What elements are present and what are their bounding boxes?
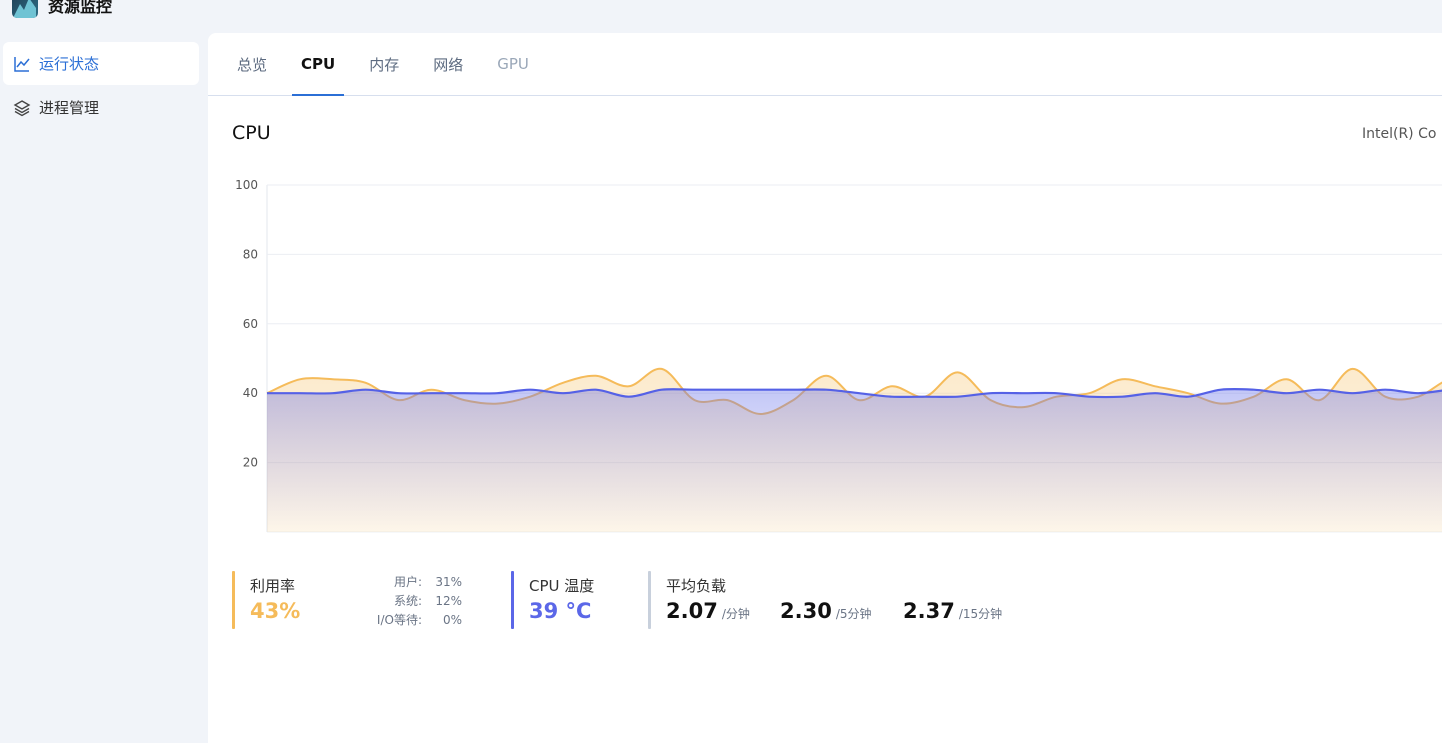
sidebar-item-label: 运行状态 bbox=[39, 55, 100, 73]
load-1min: 2.07/分钟 bbox=[666, 599, 750, 623]
temp-stat: CPU 温度 39 °C bbox=[511, 571, 631, 629]
usage-detail-user: 用户: 31% bbox=[393, 575, 462, 589]
usage-accent-bar bbox=[232, 571, 235, 629]
cpu-usage-chart: 100 80 60 40 20 bbox=[235, 178, 1442, 533]
tab-cpu[interactable]: CPU bbox=[292, 33, 345, 96]
section-title: CPU bbox=[232, 122, 271, 144]
tab-network[interactable]: 网络 bbox=[424, 33, 472, 95]
temp-accent-bar bbox=[511, 571, 514, 629]
y-tick-label: 40 bbox=[243, 386, 258, 400]
tab-gpu[interactable]: GPU bbox=[488, 33, 538, 95]
sidebar-item-label: 进程管理 bbox=[39, 99, 100, 117]
usage-detail-system: 系统: 12% bbox=[393, 594, 462, 608]
tab-bar: 总览 CPU 内存 网络 GPU bbox=[208, 33, 1442, 96]
sidebar-item-status[interactable]: 运行状态 bbox=[3, 42, 199, 85]
line-chart-icon bbox=[13, 55, 31, 73]
temp-value: 39 °C bbox=[529, 599, 592, 623]
load-15min: 2.37/15分钟 bbox=[903, 599, 1003, 623]
load-label: 平均负载 bbox=[666, 577, 727, 595]
layers-icon bbox=[13, 99, 31, 117]
cpu-model-label: Intel(R) Co bbox=[1362, 126, 1437, 142]
sidebar: 运行状态 进程管理 bbox=[0, 42, 208, 130]
y-tick-label: 100 bbox=[235, 178, 258, 192]
usage-value: 43% bbox=[250, 599, 301, 623]
y-tick-label: 80 bbox=[243, 247, 258, 261]
load-5min: 2.30/5分钟 bbox=[780, 599, 872, 623]
usage-label: 利用率 bbox=[250, 577, 296, 595]
sidebar-item-process[interactable]: 进程管理 bbox=[3, 86, 199, 129]
usage-detail-iowait: I/O等待: 0% bbox=[376, 613, 462, 627]
main-panel: 总览 CPU 内存 网络 GPU CPU Intel(R) Co 100 80 60… bbox=[208, 33, 1442, 743]
app-header: 资源监控 bbox=[12, 0, 112, 20]
temperature-series-area bbox=[267, 389, 1442, 532]
app-title: 资源监控 bbox=[48, 0, 113, 16]
load-accent-bar bbox=[648, 571, 651, 629]
app-logo-icon bbox=[12, 0, 38, 18]
tab-overview[interactable]: 总览 bbox=[228, 33, 276, 95]
y-tick-label: 20 bbox=[243, 456, 258, 470]
usage-stat: 利用率 43% 用户: 31% 系统: 12% I/O等待: 0% bbox=[232, 571, 492, 629]
load-stat: 平均负载 2.07/分钟 2.30/5分钟 2.37/15分钟 bbox=[648, 571, 1048, 629]
y-tick-label: 60 bbox=[243, 317, 258, 331]
temp-label: CPU 温度 bbox=[529, 577, 595, 595]
tab-memory[interactable]: 内存 bbox=[360, 33, 408, 95]
